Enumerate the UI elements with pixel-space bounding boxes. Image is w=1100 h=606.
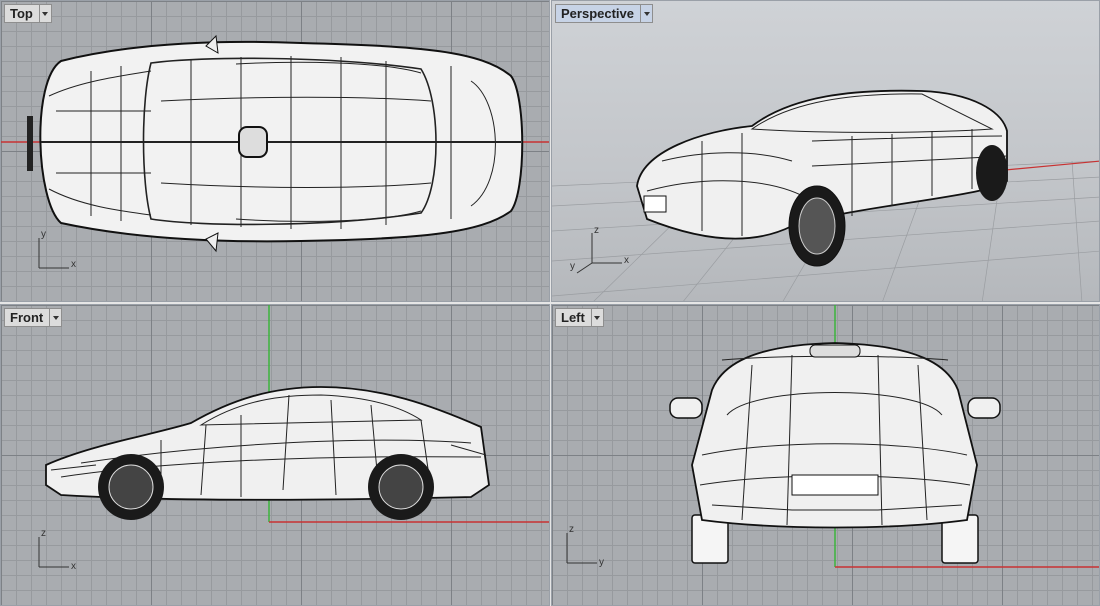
viewport-tab-top[interactable]: Top	[4, 4, 52, 23]
axis-label-y: y	[599, 557, 604, 568]
chevron-down-icon[interactable]	[640, 5, 652, 22]
viewport-tab-front[interactable]: Front	[4, 308, 63, 327]
axis-label-z: z	[594, 225, 599, 236]
axis-label-z: z	[41, 528, 46, 539]
viewport-title: Front	[10, 310, 44, 325]
viewport-title: Perspective	[561, 6, 634, 21]
viewport-tab-perspective[interactable]: Perspective	[555, 4, 653, 23]
car-wireframe-top: y x	[1, 34, 549, 270]
chevron-down-icon[interactable]	[590, 309, 603, 326]
viewport-tab-left[interactable]: Left	[555, 308, 604, 327]
chevron-down-icon[interactable]	[38, 5, 51, 22]
axis-label-x: x	[624, 255, 629, 266]
car-wireframe-perspective: z y x	[552, 89, 1099, 301]
viewport-title: Top	[10, 6, 33, 21]
car-wireframe-front: z x	[38, 305, 549, 572]
viewport-title: Left	[561, 310, 585, 325]
axis-label-y: y	[570, 261, 575, 272]
axis-label-x: x	[71, 259, 76, 270]
axis-label-y: y	[41, 229, 46, 240]
viewport-left[interactable]: Left z y	[551, 304, 1100, 606]
chevron-down-icon[interactable]	[49, 309, 61, 326]
viewport-front[interactable]: Front z x	[0, 304, 550, 606]
axis-label-x: x	[71, 561, 76, 572]
axis-label-z: z	[569, 524, 574, 535]
viewport-perspective[interactable]: Perspective z y x	[551, 0, 1100, 302]
car-wireframe-left: z y	[566, 305, 1099, 568]
viewport-top[interactable]: Top y x	[0, 0, 550, 302]
